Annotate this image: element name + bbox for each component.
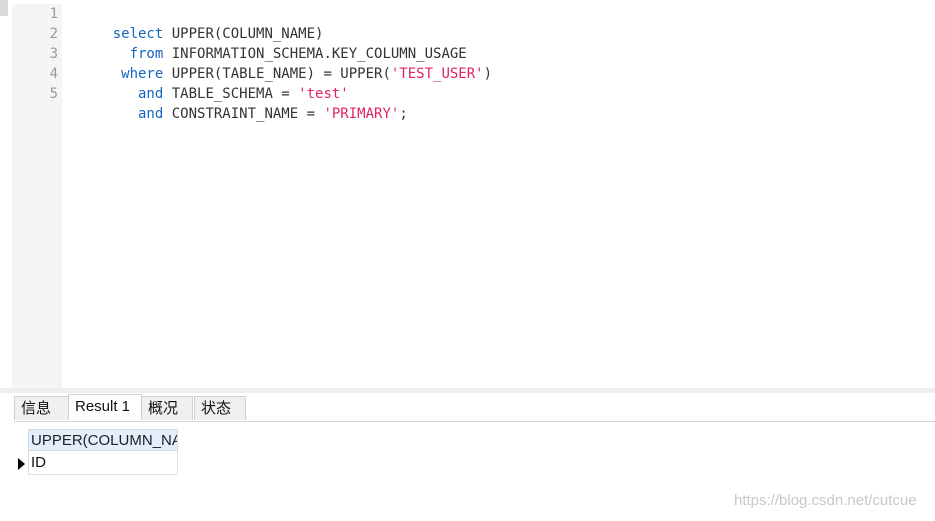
tab-info[interactable]: 信息 [14, 396, 69, 420]
tab-status[interactable]: 状态 [194, 396, 246, 420]
sql-editor[interactable]: 1 2 3 4 5 select UPPER(COLUMN_NAME) from… [12, 4, 935, 388]
code-line-5[interactable]: and CONSTRAINT_NAME = 'PRIMARY'; [79, 84, 408, 144]
line-number: 4 [49, 66, 58, 82]
sql-keyword: and [112, 106, 164, 122]
line-number: 2 [49, 26, 58, 42]
line-number: 3 [49, 46, 58, 62]
current-row-marker [14, 451, 28, 475]
column-header[interactable]: UPPER(COLUMN_NA [28, 429, 178, 451]
watermark: https://blog.csdn.net/cutcue [734, 492, 917, 509]
result-tab-bar: 信息 Result 1 概况 状态 [14, 393, 935, 422]
sql-string: 'PRIMARY' [323, 106, 400, 122]
line-number: 1 [49, 6, 58, 22]
tab-result-1[interactable]: Result 1 [68, 394, 142, 420]
window-corner-marker [0, 0, 8, 16]
table-cell[interactable]: ID [28, 451, 178, 475]
line-number-gutter: 1 2 3 4 5 [12, 4, 62, 388]
sql-string: 'TEST_USER' [390, 66, 484, 82]
sql-text: ; [399, 106, 408, 122]
sql-text: CONSTRAINT_NAME = [163, 106, 324, 122]
row-pointer-icon [18, 458, 25, 470]
sql-text: ) [483, 66, 493, 82]
line-number: 5 [49, 86, 58, 102]
tab-profile[interactable]: 概况 [141, 396, 193, 420]
